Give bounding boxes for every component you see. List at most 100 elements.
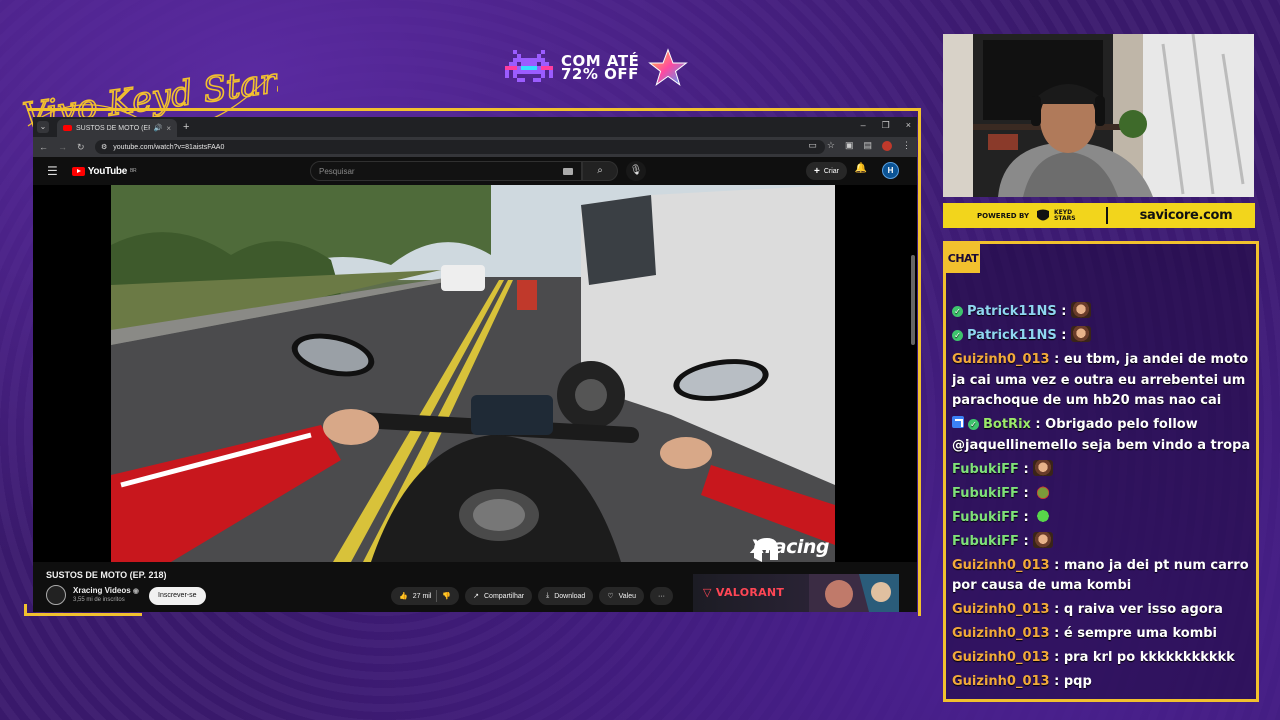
bookmark-star-icon[interactable]: ☆ (827, 140, 835, 151)
thanks-button[interactable]: ♡ Valeu (599, 587, 644, 605)
chat-message: FubukiFF : (952, 459, 1252, 481)
verified-badge-icon: ✓ (968, 419, 979, 430)
keyboard-icon[interactable] (563, 168, 573, 175)
tab-close-icon[interactable]: × (166, 124, 171, 133)
tab-video[interactable]: SUSTOS DE MOTO (EP. 218) 🔊 × (57, 119, 177, 137)
sponsor-bar: POWERED BY KEYD STARS savicore.com (943, 203, 1255, 228)
search-input[interactable]: Pesquisar (310, 161, 582, 181)
chat-panel: CHAT ✓ Patrick11NS : ✓ Patrick11NS : Guizi… (943, 241, 1259, 702)
reload-icon[interactable]: ↻ (77, 142, 85, 153)
chat-message: Guizinh0_013 : mano ja dei pt num carro … (952, 557, 1249, 594)
channel-name[interactable]: Xracing Videos ◉ (73, 586, 139, 595)
chat-username[interactable]: FubukiFF (952, 534, 1019, 549)
page-scrollbar[interactable] (911, 255, 915, 345)
verified-badge-icon: ✓ (952, 330, 963, 341)
chat-message: ✓ Patrick11NS : (952, 326, 1252, 347)
youtube-logo-text: YouTube (87, 165, 128, 177)
chat-username[interactable]: FubukiFF (952, 462, 1019, 477)
search-placeholder: Pesquisar (319, 167, 355, 176)
window-controls: – ❐ × (861, 120, 911, 131)
chat-username[interactable]: Guizinh0_013 (952, 626, 1050, 641)
youtube-header: ☰ YouTube BR Pesquisar ⌕ 🎙 + Criar 🔔 H (33, 157, 917, 185)
notifications-bell-icon[interactable]: 🔔 (855, 163, 867, 174)
tab-title: SUSTOS DE MOTO (EP. 218) (76, 124, 150, 132)
promo-banner: COM ATÉ 72% OFF (505, 48, 689, 88)
url-field[interactable]: ⚙ youtube.com/watch?v=81aistsFAA0 (95, 140, 825, 154)
chat-text: é sempre uma kombi (1063, 626, 1218, 641)
tab-audio-icon: 🔊 (153, 125, 163, 132)
video-watermark: Xracing (751, 536, 830, 562)
chat-username[interactable]: Guizinh0_013 (952, 674, 1050, 689)
subscribe-button[interactable]: Inscrever-se (149, 587, 206, 605)
new-tab-button[interactable]: + (183, 121, 189, 133)
partner-name: KEYD STARS (1054, 209, 1076, 222)
chat-username[interactable]: Guizinh0_013 (952, 558, 1050, 573)
video-meta: SUSTOS DE MOTO (EP. 218) Xracing Videos … (33, 562, 917, 612)
chat-message: ✓ Patrick11NS : (952, 302, 1252, 323)
ad-brand: ▽ VALORANT (703, 586, 785, 599)
chat-username[interactable]: Patrick11NS (967, 328, 1057, 343)
youtube-favicon-icon (63, 125, 72, 131)
chat-emote-icon (1033, 531, 1054, 548)
verified-icon: ◉ (132, 588, 139, 595)
search-icon: ⌕ (597, 165, 603, 176)
tab-search-button[interactable]: ⌄ (37, 121, 49, 133)
address-bar-row: ← → ↻ ⚙ youtube.com/watch?v=81aistsFAA0 … (33, 137, 917, 157)
forward-icon[interactable]: → (58, 142, 67, 152)
create-button[interactable]: + Criar (805, 162, 847, 180)
search-button[interactable]: ⌕ (582, 161, 618, 181)
share-icon: ↗ (473, 593, 479, 600)
extensions-icon[interactable]: ▣ (845, 140, 854, 151)
extension-icon[interactable] (882, 141, 892, 151)
chat-message: Guizinh0_013 : q raiva ver isso agora (952, 602, 1223, 617)
youtube-logo[interactable]: YouTube BR (71, 165, 137, 177)
verified-badge-icon: ✓ (952, 306, 963, 317)
like-icon[interactable]: 👍 (399, 592, 408, 600)
video-frame[interactable]: Xracing (111, 185, 835, 562)
webcam-feed (943, 34, 1254, 197)
chat-emote-icon (1070, 302, 1091, 318)
dislike-icon[interactable]: 👎 (442, 592, 451, 600)
chat-username[interactable]: FubukiFF (952, 486, 1019, 501)
keyd-stars-logo-icon (1037, 209, 1050, 220)
like-divider (436, 590, 438, 602)
download-button[interactable]: ⤓ Download (538, 587, 594, 605)
voice-search-button[interactable]: 🎙 (626, 161, 646, 181)
promo-line-2: 72% OFF (561, 65, 639, 83)
chat-username[interactable]: Patrick11NS (967, 304, 1057, 319)
chat-username[interactable]: Guizinh0_013 (952, 602, 1050, 617)
account-avatar[interactable]: H (882, 162, 899, 179)
like-count[interactable]: 27 mil (413, 593, 432, 600)
minimize-button[interactable]: – (861, 120, 866, 131)
valorant-ad-banner[interactable]: ▽ VALORANT (693, 574, 899, 612)
site-info-icon[interactable]: ⚙ (101, 143, 107, 151)
video-player[interactable]: Xracing (33, 185, 917, 562)
youtube-play-icon (71, 166, 85, 176)
chat-emote-icon (1033, 483, 1054, 500)
browser-menu-icon[interactable]: ⋮ (902, 140, 911, 151)
chat-message: Guizinh0_013 : pra krl po kkkkkkkkkkk (952, 650, 1235, 665)
chat-username[interactable]: Guizinh0_013 (952, 352, 1050, 367)
sidebar-icon[interactable]: ▤ (863, 140, 872, 151)
chat-username[interactable]: FubukiFF (952, 510, 1019, 525)
chat-emote-icon (1033, 507, 1054, 524)
chat-username[interactable]: BotRix (983, 417, 1031, 432)
chat-message: ✓ BotRix : Obrigado pelo follow @jaquelli… (952, 416, 1251, 453)
video-scene (111, 185, 835, 562)
maximize-button[interactable]: ❐ (882, 120, 890, 131)
address-bar-actions: ▭ ☆ ▣ ▤ ⋮ (808, 140, 911, 151)
hamburger-menu-icon[interactable]: ☰ (47, 164, 58, 178)
chat-username[interactable]: Guizinh0_013 (952, 650, 1050, 665)
promo-text: COM ATÉ 72% OFF (561, 54, 639, 83)
share-button[interactable]: ↗ Compartilhar (465, 587, 533, 605)
channel-avatar[interactable] (46, 585, 66, 605)
cast-icon[interactable]: ▭ (808, 140, 817, 151)
plus-icon: + (813, 165, 820, 177)
more-actions-button[interactable]: ··· (650, 587, 673, 605)
chat-emote-icon (1033, 459, 1054, 476)
close-window-button[interactable]: × (906, 120, 911, 131)
video-actions: 👍 27 mil 👎 ↗ Compartilhar ⤓ Download ♡ V… (391, 587, 673, 605)
chat-header: CHAT (946, 244, 980, 273)
ad-brand-text: VALORANT (715, 586, 785, 599)
back-icon[interactable]: ← (39, 142, 48, 152)
